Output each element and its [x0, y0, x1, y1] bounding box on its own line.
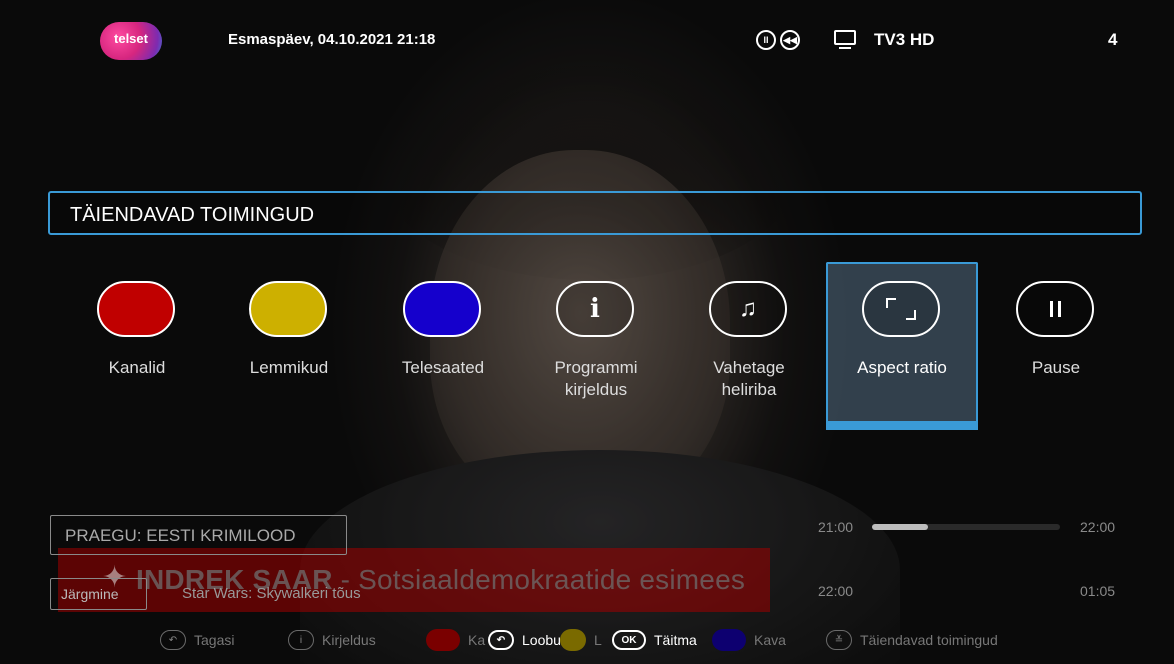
footer-details[interactable]: i Kirjeldus [288, 628, 376, 652]
footer-back[interactable]: ↶ Tagasi [160, 628, 234, 652]
pause-circle-icon: II [756, 30, 776, 50]
action-vahetage-heliriba[interactable]: ♫ Vahetage heliriba [673, 262, 825, 430]
action-label: Aspect ratio [857, 358, 947, 377]
rewind-circle-icon: ◀◀ [780, 30, 800, 50]
action-label: Programmi kirjeldus [554, 358, 638, 399]
music-note-icon: ♫ [709, 281, 787, 337]
action-label: Kanalid [108, 358, 166, 377]
action-label: Vahetage heliriba [713, 358, 785, 399]
menu-title-bar: TÄIENDAVAD TOIMINGUD [48, 191, 1142, 235]
back-arrow-icon: ↶ [160, 630, 186, 650]
menu-title: TÄIENDAVAD TOIMINGUD [70, 204, 315, 226]
footer-more-actions[interactable]: ≚ Täiendavad toimingud [826, 628, 998, 652]
action-lemmikud[interactable]: Lemmikud [213, 262, 365, 430]
info-small-icon: i [288, 630, 314, 650]
now-progress-bar [872, 524, 1060, 530]
blue-dot-icon [712, 629, 746, 651]
now-start-time: 21:00 [818, 519, 854, 535]
telset-logo: telset [100, 22, 162, 60]
pause-icon [1016, 281, 1094, 337]
now-playing-label: PRAEGU: EESTI KRIMILOOD [65, 526, 296, 545]
now-end-time: 22:00 [1080, 519, 1116, 535]
now-progress-fill [872, 524, 929, 530]
next-start-time: 22:00 [818, 583, 854, 599]
next-end-time: 01:05 [1080, 583, 1116, 599]
next-program-title: Star Wars: Skywalkeri tõus [182, 585, 361, 602]
next-label: Järgmine [61, 586, 119, 602]
more-actions-icon: ≚ [826, 630, 852, 650]
yellow-dot-icon [560, 629, 586, 651]
ok-key-icon: OK [612, 630, 646, 650]
footer-cancel[interactable]: ↶ Loobu [488, 628, 561, 652]
now-playing-box: PRAEGU: EESTI KRIMILOOD [50, 515, 347, 555]
news-banner: ✦ INDREK SAAR - Sotsiaaldemokraatide esi… [58, 548, 770, 612]
action-telesaated[interactable]: Telesaated [367, 262, 519, 430]
yellow-button-icon [249, 281, 327, 337]
aspect-ratio-icon [862, 281, 940, 337]
footer-execute[interactable]: OK Täitma [612, 628, 697, 652]
cancel-arrow-icon: ↶ [488, 630, 514, 650]
top-bar: telset Esmaspäev, 04.10.2021 21:18 II ◀◀… [0, 0, 1174, 70]
red-dot-icon [426, 629, 460, 651]
blue-button-icon [403, 281, 481, 337]
action-pause[interactable]: Pause [980, 262, 1132, 430]
channel-name: TV3 HD [874, 30, 935, 49]
footer-hints: ↶ Tagasi i Kirjeldus Ka ↶ Loobu L OK Täitma … [0, 620, 1174, 664]
action-label: Telesaated [401, 358, 485, 377]
action-aspect-ratio[interactable]: Aspect ratio [826, 262, 978, 430]
date-time: Esmaspäev, 04.10.2021 21:18 [228, 31, 436, 48]
action-programmi-kirjeldus[interactable]: i Programmi kirjeldus [520, 262, 672, 430]
dvr-status-icons: II ◀◀ [756, 30, 800, 50]
action-kanalid[interactable]: Kanalid [61, 262, 213, 430]
red-button-icon [97, 281, 175, 337]
tv-icon [834, 30, 856, 49]
footer-schedule[interactable]: Kava [712, 628, 786, 652]
info-icon: i [556, 281, 634, 337]
channel-number: 4 [1108, 30, 1118, 49]
logo-text: telset [114, 31, 148, 46]
action-label: Lemmikud [249, 358, 329, 377]
footer-red: Ka [426, 628, 485, 652]
next-program-box: Järgmine [50, 578, 147, 610]
action-label: Pause [1031, 358, 1081, 377]
footer-yellow: L [560, 628, 602, 652]
